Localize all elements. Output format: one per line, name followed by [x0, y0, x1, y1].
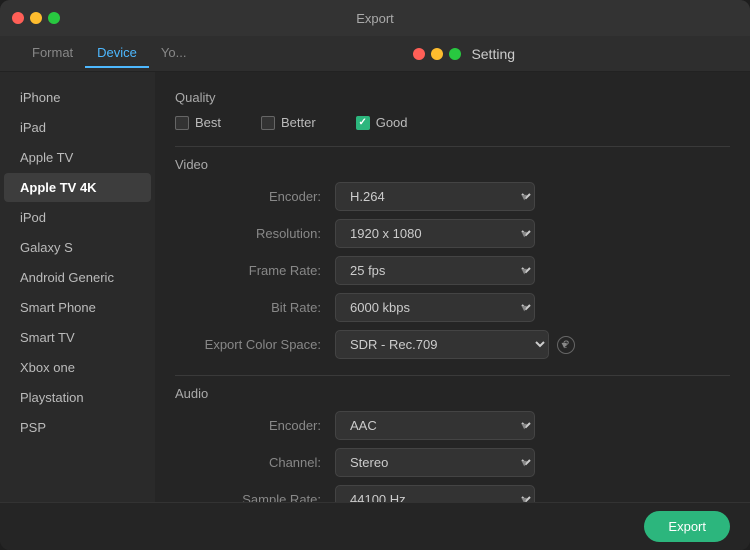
quality-better-checkbox[interactable] — [261, 116, 275, 130]
video-framerate-label: Frame Rate: — [175, 263, 335, 278]
sidebar-item-playstation[interactable]: Playstation — [4, 383, 151, 412]
video-colorspace-select[interactable]: SDR - Rec.709 HDR - Rec.2020 — [335, 330, 549, 359]
window-controls — [12, 12, 60, 24]
video-resolution-label: Resolution: — [175, 226, 335, 241]
quality-row: Best Better Good — [175, 115, 730, 130]
tab-yo[interactable]: Yo... — [149, 39, 199, 68]
sidebar-item-androidgeneric[interactable]: Android Generic — [4, 263, 151, 292]
quality-good-label: Good — [376, 115, 408, 130]
export-button[interactable]: Export — [644, 511, 730, 542]
setting-close-icon[interactable] — [413, 48, 425, 60]
sidebar-item-iphone[interactable]: iPhone — [4, 83, 151, 112]
video-encoder-select[interactable]: H.264 H.265 MPEG-4 — [335, 182, 535, 211]
setting-traffic-lights — [413, 48, 461, 60]
video-bitrate-label: Bit Rate: — [175, 300, 335, 315]
video-colorspace-label: Export Color Space: — [175, 337, 335, 352]
sidebar-item-ipad[interactable]: iPad — [4, 113, 151, 142]
video-resolution-row: Resolution: 1920 x 1080 1280 x 720 3840 … — [175, 219, 730, 248]
maximize-button[interactable] — [48, 12, 60, 24]
audio-samplerate-row: Sample Rate: 44100 Hz 48000 Hz 22050 Hz — [175, 485, 730, 502]
video-section-title: Video — [175, 157, 730, 172]
quality-best[interactable]: Best — [175, 115, 221, 130]
sidebar-item-smartphone[interactable]: Smart Phone — [4, 293, 151, 322]
setting-min-icon[interactable] — [431, 48, 443, 60]
sidebar-item-galaxys[interactable]: Galaxy S — [4, 233, 151, 262]
title-bar: Export — [0, 0, 750, 36]
audio-channel-select[interactable]: Stereo Mono 5.1 — [335, 448, 535, 477]
minimize-button[interactable] — [30, 12, 42, 24]
audio-samplerate-select[interactable]: 44100 Hz 48000 Hz 22050 Hz — [335, 485, 535, 502]
audio-samplerate-label: Sample Rate: — [175, 492, 335, 502]
video-framerate-row: Frame Rate: 25 fps 30 fps 24 fps 60 fps — [175, 256, 730, 285]
sidebar-item-psp[interactable]: PSP — [4, 413, 151, 442]
window-title: Export — [356, 11, 394, 26]
body-area: iPhone iPad Apple TV Apple TV 4K iPod Ga… — [0, 72, 750, 502]
quality-best-checkbox[interactable] — [175, 116, 189, 130]
sidebar-item-ipod[interactable]: iPod — [4, 203, 151, 232]
tab-device[interactable]: Device — [85, 39, 149, 68]
video-framerate-select-wrapper: 25 fps 30 fps 24 fps 60 fps — [335, 256, 535, 285]
colorspace-info-icon[interactable]: ? — [557, 336, 575, 354]
app-window: Export Format Device Yo... Setting iPhon… — [0, 0, 750, 550]
video-encoder-row: Encoder: H.264 H.265 MPEG-4 — [175, 182, 730, 211]
audio-encoder-select[interactable]: AAC MP3 FLAC — [335, 411, 535, 440]
sidebar-item-appletv[interactable]: Apple TV — [4, 143, 151, 172]
main-content: Format Device Yo... Setting iPhone iPad … — [0, 36, 750, 550]
divider-quality-video — [175, 146, 730, 147]
settings-panel: Quality Best Better Good — [155, 72, 750, 502]
audio-encoder-row: Encoder: AAC MP3 FLAC — [175, 411, 730, 440]
quality-best-label: Best — [195, 115, 221, 130]
video-bitrate-row: Bit Rate: 6000 kbps 4000 kbps 8000 kbps — [175, 293, 730, 322]
video-encoder-select-wrapper: H.264 H.265 MPEG-4 — [335, 182, 535, 211]
video-bitrate-select-wrapper: 6000 kbps 4000 kbps 8000 kbps — [335, 293, 535, 322]
audio-channel-row: Channel: Stereo Mono 5.1 — [175, 448, 730, 477]
setting-label: Setting — [471, 46, 515, 62]
audio-channel-select-wrapper: Stereo Mono 5.1 — [335, 448, 535, 477]
tab-format[interactable]: Format — [20, 39, 85, 68]
audio-channel-label: Channel: — [175, 455, 335, 470]
quality-section-title: Quality — [175, 90, 730, 105]
sidebar-item-xboxone[interactable]: Xbox one — [4, 353, 151, 382]
video-resolution-select[interactable]: 1920 x 1080 1280 x 720 3840 x 2160 — [335, 219, 535, 248]
divider-video-audio — [175, 375, 730, 376]
quality-good[interactable]: Good — [356, 115, 408, 130]
audio-form: Encoder: AAC MP3 FLAC Channel: — [175, 411, 730, 502]
video-colorspace-select-wrapper: SDR - Rec.709 HDR - Rec.2020 ? — [335, 330, 575, 359]
audio-section-title: Audio — [175, 386, 730, 401]
setting-area: Setting — [198, 46, 730, 62]
video-encoder-label: Encoder: — [175, 189, 335, 204]
setting-max-icon[interactable] — [449, 48, 461, 60]
video-colorspace-row: Export Color Space: SDR - Rec.709 HDR - … — [175, 330, 730, 359]
audio-encoder-select-wrapper: AAC MP3 FLAC — [335, 411, 535, 440]
video-bitrate-select[interactable]: 6000 kbps 4000 kbps 8000 kbps — [335, 293, 535, 322]
sidebar: iPhone iPad Apple TV Apple TV 4K iPod Ga… — [0, 72, 155, 502]
top-tabs: Format Device Yo... Setting — [0, 36, 750, 72]
sidebar-item-smarttv[interactable]: Smart TV — [4, 323, 151, 352]
audio-encoder-label: Encoder: — [175, 418, 335, 433]
sidebar-item-appletv4k[interactable]: Apple TV 4K — [4, 173, 151, 202]
video-resolution-select-wrapper: 1920 x 1080 1280 x 720 3840 x 2160 — [335, 219, 535, 248]
audio-samplerate-select-wrapper: 44100 Hz 48000 Hz 22050 Hz — [335, 485, 535, 502]
quality-better[interactable]: Better — [261, 115, 316, 130]
video-framerate-select[interactable]: 25 fps 30 fps 24 fps 60 fps — [335, 256, 535, 285]
quality-better-label: Better — [281, 115, 316, 130]
close-button[interactable] — [12, 12, 24, 24]
bottom-bar: Export — [0, 502, 750, 550]
quality-good-checkbox[interactable] — [356, 116, 370, 130]
video-form: Encoder: H.264 H.265 MPEG-4 Resolution: — [175, 182, 730, 359]
